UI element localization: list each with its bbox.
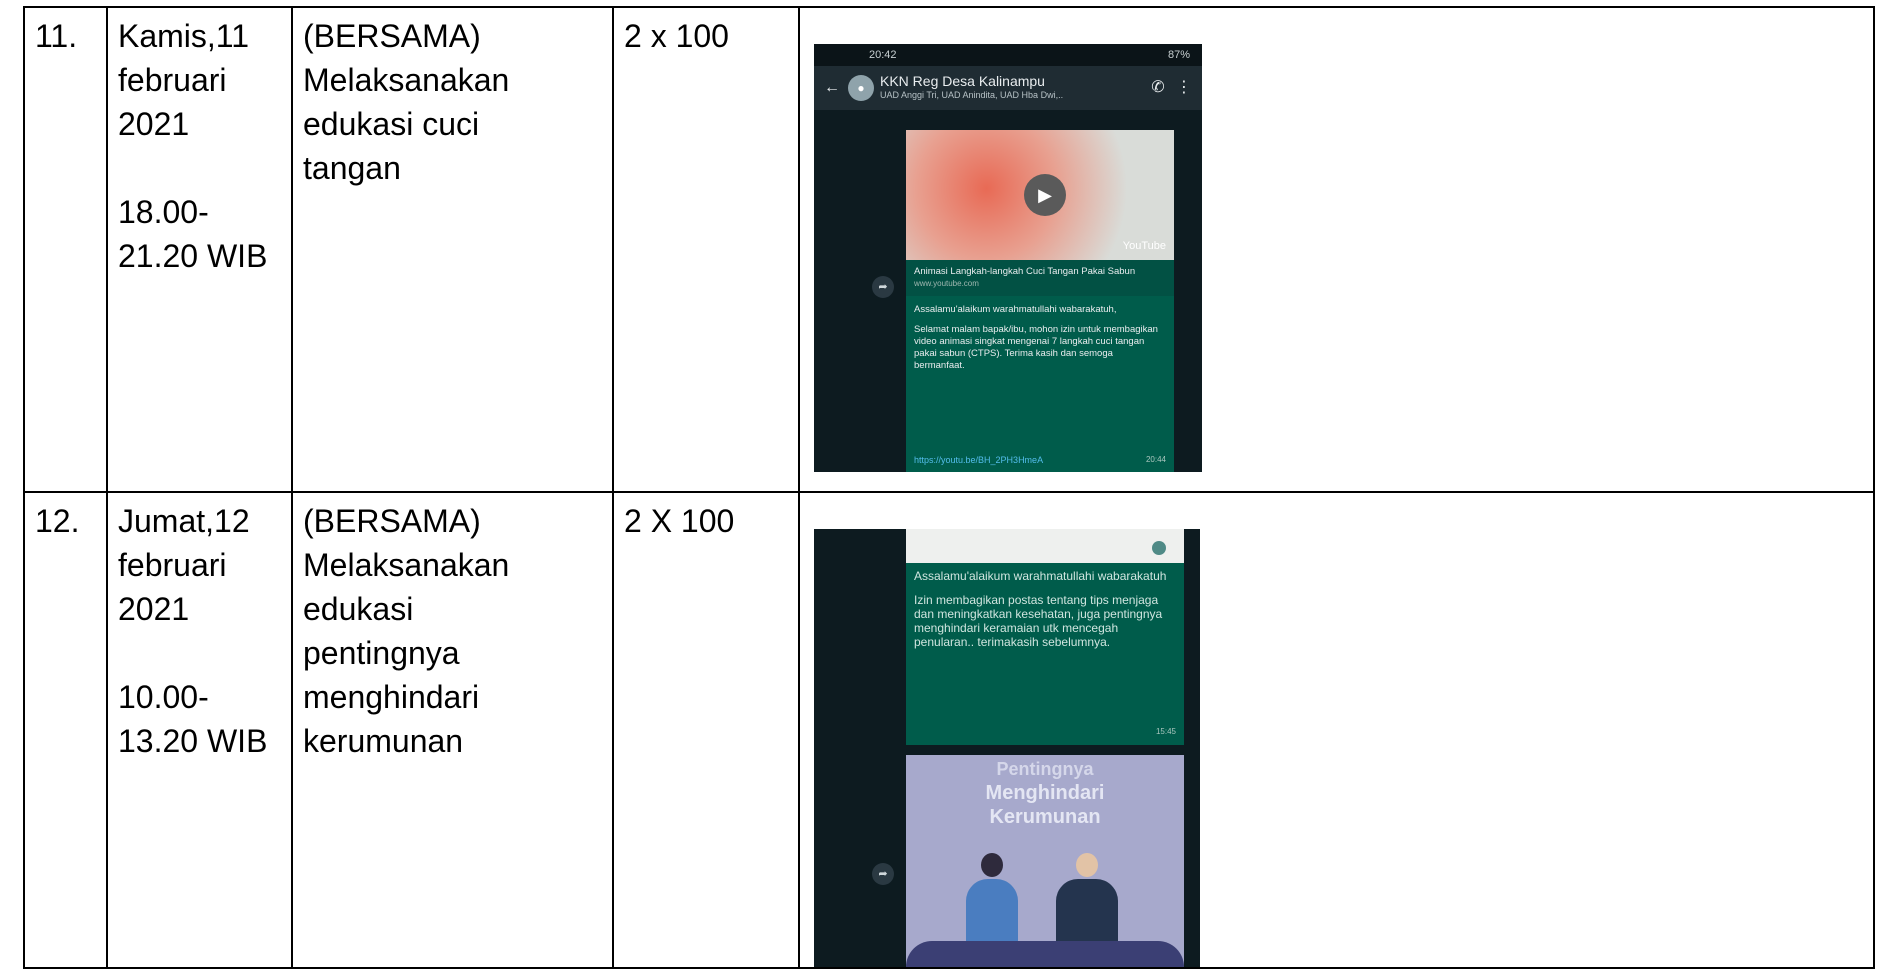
- poster-image: Pentingnya Menghindari Kerumunan: [906, 755, 1184, 967]
- activity-log-table: 11. Kamis,11 februari 2021 18.00- 21.20 …: [23, 6, 1875, 969]
- date-line: 2021: [118, 591, 190, 627]
- activity-line: (BERSAMA): [303, 18, 481, 54]
- forward-icon: ➦: [872, 276, 894, 298]
- activity-cell: (BERSAMA) Melaksanakan edukasi cuci tang…: [291, 6, 614, 493]
- message-body: Izin membagikan postas tentang tips menj…: [914, 593, 1163, 649]
- activity-line: edukasi: [303, 591, 414, 627]
- activity-line: Melaksanakan: [303, 62, 510, 98]
- battery-level: 87%: [1167, 49, 1190, 61]
- back-arrow-icon: ←: [824, 79, 840, 96]
- forward-icon: ➦: [872, 863, 894, 885]
- chat-members: UAD Anggi Tri, UAD Anindita, UAD Hba Dwi…: [880, 90, 1064, 100]
- message-greeting: Assalamu'alaikum warahmatullahi wabaraka…: [914, 304, 1117, 315]
- activity-line: menghindari: [303, 679, 480, 715]
- status-time: 20:42: [869, 49, 897, 61]
- time-line: 21.20 WIB: [118, 238, 268, 274]
- activity-line: tangan: [303, 150, 401, 186]
- date-cell: Jumat,12 februari 2021 10.00- 13.20 WIB: [106, 491, 293, 969]
- youtube-logo: YouTube: [1122, 240, 1166, 252]
- date-line: februari: [118, 547, 227, 583]
- link-preview: Animasi Langkah-langkah Cuci Tangan Paka…: [906, 260, 1174, 296]
- video-thumbnail: ▶ YouTube: [906, 130, 1174, 260]
- message-bubble: ▶ YouTube Animasi Langkah-langkah Cuci T…: [906, 130, 1174, 472]
- activity-line: edukasi cuci: [303, 106, 480, 142]
- volume-cell: 2 X 100: [612, 491, 800, 969]
- row-number: 11.: [23, 6, 108, 493]
- message-bubble: Assalamu'alaikum warahmatullahi wabaraka…: [906, 563, 1184, 745]
- date-line: februari: [118, 62, 227, 98]
- chat-title: KKN Reg Desa Kalinampu: [880, 73, 1045, 89]
- activity-line: pentingnya: [303, 635, 460, 671]
- whatsapp-screenshot: Assalamu'alaikum warahmatullahi wabaraka…: [814, 529, 1200, 967]
- message-body: Selamat malam bapak/ibu, mohon izin untu…: [914, 324, 1158, 371]
- date-line: 2021: [118, 106, 190, 142]
- activity-line: kerumunan: [303, 723, 464, 759]
- date-line: Kamis,11: [118, 18, 250, 54]
- call-icon: ✆: [1151, 79, 1165, 96]
- message-time: 20:44: [1145, 455, 1166, 464]
- message-url: https://youtu.be/BH_2PH3HmeA: [914, 455, 1044, 465]
- documentation-cell: Assalamu'alaikum warahmatullahi wabaraka…: [798, 491, 1875, 969]
- volume-cell: 2 x 100: [612, 6, 800, 493]
- play-icon: ▶: [1024, 174, 1066, 216]
- date-cell: Kamis,11 februari 2021 18.00- 21.20 WIB: [106, 6, 293, 493]
- table-row: 12. Jumat,12 februari 2021 10.00- 13.20 …: [23, 491, 1875, 969]
- date-line: Jumat,12: [118, 503, 250, 539]
- people-illustration: [946, 837, 1146, 949]
- activity-cell: (BERSAMA) Melaksanakan edukasi pentingny…: [291, 491, 614, 969]
- chat-header: ← ● KKN Reg Desa Kalinampu UAD Anggi Tri…: [814, 66, 1202, 110]
- activity-line: (BERSAMA): [303, 503, 481, 539]
- time-line: 13.20 WIB: [118, 723, 268, 759]
- documentation-cell: 20:42 87% ← ● KKN Reg Desa Kalinampu UAD…: [798, 6, 1875, 493]
- time-line: 18.00-: [118, 194, 209, 230]
- whatsapp-screenshot: 20:42 87% ← ● KKN Reg Desa Kalinampu UAD…: [814, 44, 1202, 472]
- message-time: 15:45: [1155, 727, 1176, 736]
- group-avatar-icon: ●: [848, 75, 874, 101]
- message-greeting: Assalamu'alaikum warahmatullahi wabaraka…: [914, 569, 1167, 583]
- previous-image-strip: [906, 529, 1184, 563]
- link-domain: www.youtube.com: [914, 279, 979, 288]
- activity-line: Melaksanakan: [303, 547, 510, 583]
- time-line: 10.00-: [118, 679, 209, 715]
- kebab-menu-icon: ⋮: [1176, 79, 1192, 96]
- poster-line: Menghindari: [985, 782, 1105, 804]
- poster-line: Pentingnya: [996, 759, 1094, 779]
- table-row: 11. Kamis,11 februari 2021 18.00- 21.20 …: [23, 6, 1875, 493]
- status-bar: 20:42 87%: [814, 44, 1202, 66]
- poster-line: Kerumunan: [989, 806, 1101, 828]
- row-number: 12.: [23, 491, 108, 969]
- link-title: Animasi Langkah-langkah Cuci Tangan Paka…: [914, 266, 1136, 277]
